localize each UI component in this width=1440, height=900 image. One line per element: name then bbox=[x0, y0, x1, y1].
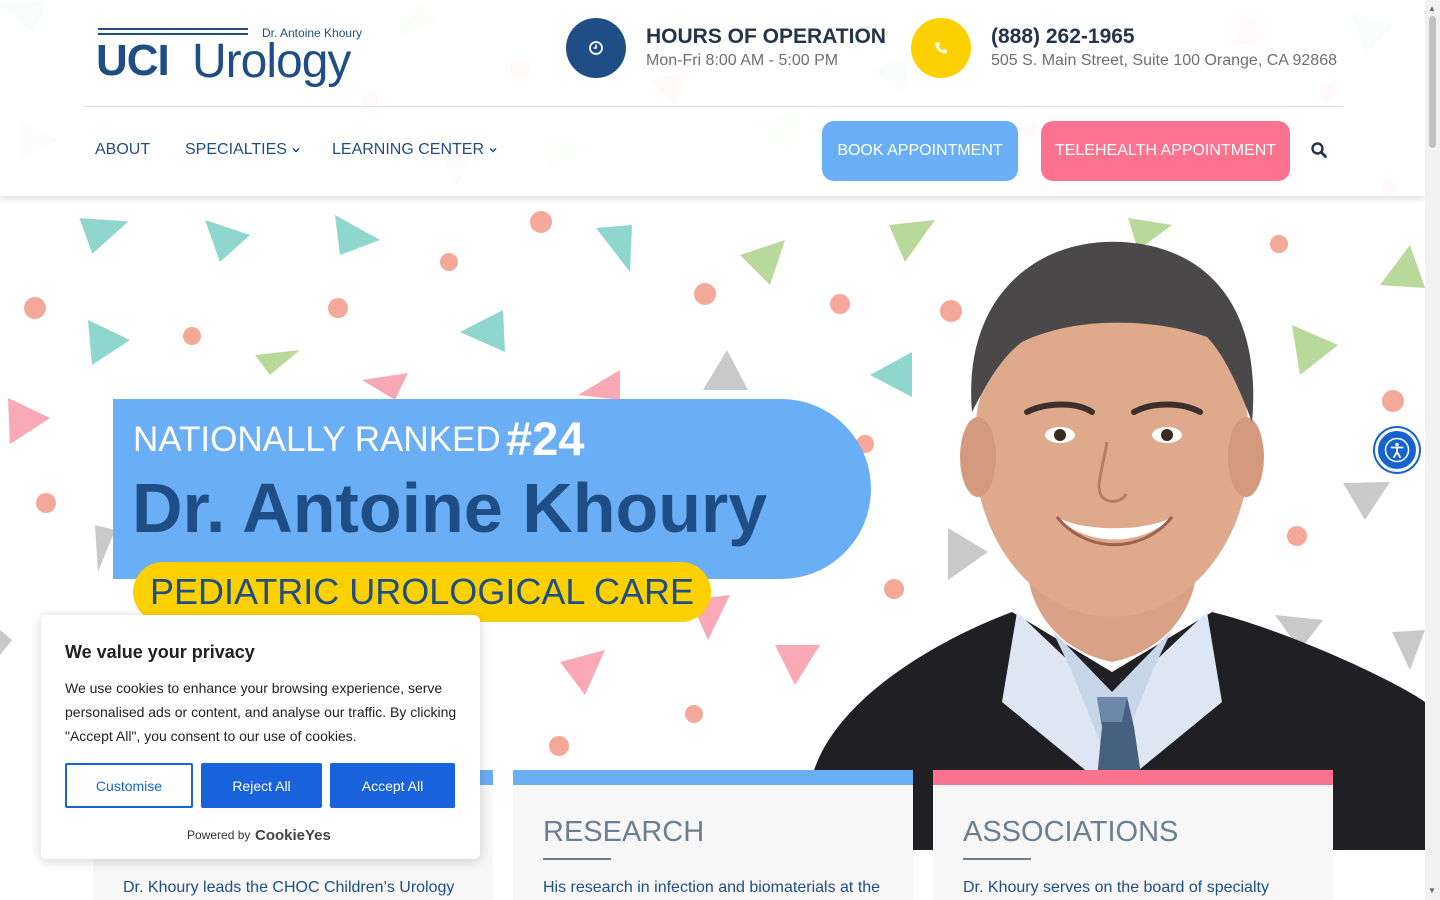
uci-urology-logo[interactable]: Dr. Antoine Khoury UCI Urology bbox=[96, 26, 366, 88]
rank-label: NATIONALLY RANKED bbox=[133, 420, 501, 459]
cookie-accept-button[interactable]: Accept All bbox=[330, 763, 455, 808]
nav-specialties-label: SPECIALTIES bbox=[185, 141, 287, 158]
nav-learning-center-label: LEARNING CENTER bbox=[332, 141, 485, 158]
logo-urology: Urology bbox=[192, 35, 351, 88]
hero-doctor-name: Dr. Antoine Khoury bbox=[132, 469, 768, 547]
phone-icon bbox=[911, 18, 971, 78]
nav-specialties[interactable]: SPECIALTIES bbox=[185, 141, 301, 159]
scroll-down-icon[interactable]: ▼ bbox=[1428, 886, 1436, 895]
logo-rule bbox=[98, 28, 248, 30]
accessibility-icon[interactable] bbox=[1375, 428, 1419, 472]
cookie-consent-banner: We value your privacy We use cookies to … bbox=[41, 615, 480, 859]
hours-title: HOURS OF OPERATION bbox=[646, 25, 886, 48]
card-text: Dr. Khoury leads the CHOC Children’s Uro… bbox=[123, 879, 455, 896]
scrollbar-thumb[interactable] bbox=[1429, 16, 1436, 148]
page-scrollbar[interactable]: ▲ ▼ bbox=[1425, 0, 1440, 900]
phone-number[interactable]: (888) 262-1965 bbox=[991, 25, 1135, 49]
card-title: RESEARCH bbox=[543, 816, 705, 848]
card-text: His research in infection and biomateria… bbox=[543, 879, 881, 896]
hero-tagline: PEDIATRIC UROLOGICAL CARE bbox=[133, 562, 711, 622]
cookie-text: We use cookies to enhance your browsing … bbox=[65, 680, 457, 744]
nav-learning-center[interactable]: LEARNING CENTER bbox=[332, 141, 498, 159]
cookie-title: We value your privacy bbox=[65, 642, 255, 662]
logo-uci: UCI bbox=[96, 36, 170, 85]
card-title-underline bbox=[543, 858, 611, 860]
chevron-down-icon bbox=[292, 147, 300, 153]
scroll-up-icon[interactable]: ▲ bbox=[1428, 4, 1436, 13]
nav-about[interactable]: ABOUT bbox=[95, 141, 150, 159]
rank-number: #24 bbox=[506, 412, 585, 465]
chevron-down-icon bbox=[489, 147, 497, 153]
search-icon[interactable] bbox=[1310, 141, 1330, 161]
card-accent-bar bbox=[933, 770, 1333, 785]
cookieyes-logo[interactable]: CookieYes bbox=[255, 827, 331, 844]
telehealth-appointment-button[interactable]: TELEHEALTH APPOINTMENT bbox=[1041, 121, 1290, 181]
card-research: RESEARCH His research in infection and b… bbox=[513, 770, 913, 900]
cookie-reject-button[interactable]: Reject All bbox=[201, 763, 322, 808]
hours-text: Mon-Fri 8:00 AM - 5:00 PM bbox=[646, 52, 839, 69]
cookie-powered-by: Powered by bbox=[187, 828, 251, 842]
card-associations: ASSOCIATIONS Dr. Khoury serves on the bo… bbox=[933, 770, 1333, 900]
book-appointment-button[interactable]: BOOK APPOINTMENT bbox=[822, 121, 1018, 181]
card-text: Dr. Khoury serves on the board of specia… bbox=[963, 879, 1269, 896]
header-divider bbox=[83, 106, 1343, 107]
card-title: ASSOCIATIONS bbox=[963, 816, 1179, 848]
nav-about-label: ABOUT bbox=[95, 141, 151, 158]
cookie-customise-button[interactable]: Customise bbox=[65, 763, 193, 808]
card-title-underline bbox=[963, 858, 1031, 860]
address-text: 505 S. Main Street, Suite 100 Orange, CA… bbox=[991, 52, 1337, 69]
site-header: Dr. Antoine Khoury UCI Urology HOURS OF … bbox=[0, 0, 1425, 196]
doctor-portrait bbox=[812, 232, 1425, 850]
card-accent-bar bbox=[513, 770, 913, 785]
clock-icon bbox=[566, 18, 626, 78]
